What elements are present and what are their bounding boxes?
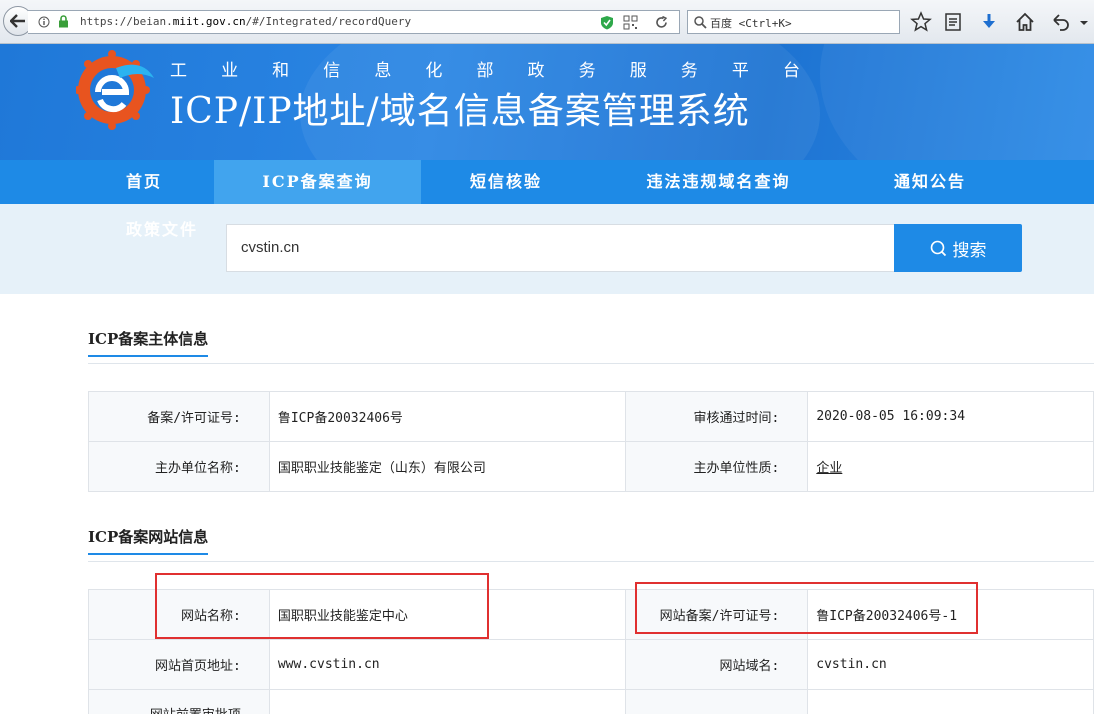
site-section-title: ICP备案网站信息 xyxy=(88,526,209,555)
info-icon[interactable] xyxy=(38,16,50,28)
table-row: 网站前置审批项 xyxy=(88,689,1094,714)
site-domain-value: cvstin.cn xyxy=(807,639,1094,690)
reading-list-icon[interactable] xyxy=(942,11,964,33)
highlight-box-site-license xyxy=(635,582,978,634)
header-decoration xyxy=(820,44,1094,160)
highlight-box-site-name xyxy=(155,573,489,639)
main-nav: 首页 ICP备案查询 短信核验 违法违规域名查询 通知公告 xyxy=(0,160,1094,204)
organizer-type-label: 主办单位性质: xyxy=(625,441,809,492)
nav-item-notices[interactable]: 通知公告 xyxy=(846,160,1014,204)
address-bar[interactable]: https://beian.miit.gov.cn/#/Integrated/r… xyxy=(28,10,680,34)
empty-cell xyxy=(807,689,1094,714)
organizer-name-label: 主办单位名称: xyxy=(88,441,270,492)
browser-toolbar: https://beian.miit.gov.cn/#/Integrated/r… xyxy=(0,0,1094,44)
nav-item-policy[interactable]: 政策文件 xyxy=(126,216,198,240)
record-number-label: 备案/许可证号: xyxy=(88,391,270,442)
table-row: 备案/许可证号: 鲁ICP备20032406号 审核通过时间: 2020-08-… xyxy=(88,391,1094,442)
search-panel: 政策文件 cvstin.cn 搜索 xyxy=(0,204,1094,294)
url-text[interactable]: https://beian.miit.gov.cn/#/Integrated/r… xyxy=(80,15,411,28)
organizer-name-value: 国职职业技能鉴定（山东）有限公司 xyxy=(268,441,627,492)
undo-icon[interactable] xyxy=(1050,11,1072,33)
browser-search-input[interactable]: 百度 <Ctrl+K> xyxy=(687,10,900,34)
approval-time-value: 2020-08-05 16:09:34 xyxy=(807,391,1094,442)
miit-logo-icon[interactable] xyxy=(76,48,158,130)
qr-code-icon[interactable] xyxy=(623,15,638,30)
pre-approval-value xyxy=(268,689,627,714)
header-subtitle: 工 业 和 信 息 化 部 政 务 服 务 平 台 xyxy=(170,61,800,81)
empty-cell xyxy=(625,689,809,714)
download-icon[interactable] xyxy=(978,11,1000,33)
section-divider xyxy=(88,561,1094,562)
site-header: 工 业 和 信 息 化 部 政 务 服 务 平 台 ICP/IP地址/域名信息备… xyxy=(0,44,1094,160)
search-icon xyxy=(930,240,946,256)
approval-time-label: 审核通过时间: xyxy=(625,391,809,442)
subject-info-table: 备案/许可证号: 鲁ICP备20032406号 审核通过时间: 2020-08-… xyxy=(88,391,1094,492)
nav-item-illegal-domain[interactable]: 违法违规域名查询 xyxy=(591,160,846,204)
reload-icon[interactable] xyxy=(655,16,668,29)
table-row: 网站首页地址: www.cvstin.cn 网站域名: cvstin.cn xyxy=(88,639,1094,690)
site-domain-label: 网站域名: xyxy=(625,639,809,690)
search-button-label: 搜索 xyxy=(952,240,987,261)
nav-item-sms-verify[interactable]: 短信核验 xyxy=(421,160,591,204)
record-number-value: 鲁ICP备20032406号 xyxy=(268,391,627,442)
search-button[interactable]: 搜索 xyxy=(894,224,1022,272)
query-input[interactable]: cvstin.cn xyxy=(226,224,894,272)
homepage-url-link[interactable]: www.cvstin.cn xyxy=(268,639,627,690)
nav-item-home[interactable]: 首页 xyxy=(74,160,214,204)
section-divider xyxy=(88,363,1094,364)
nav-item-icp-query[interactable]: ICP备案查询 xyxy=(214,160,421,204)
back-arrow-icon xyxy=(10,14,25,28)
shield-icon[interactable] xyxy=(600,15,614,30)
home-icon[interactable] xyxy=(1014,11,1036,33)
subject-section-title: ICP备案主体信息 xyxy=(88,328,209,357)
search-icon xyxy=(694,16,707,29)
lock-icon xyxy=(59,15,68,28)
homepage-url-label: 网站首页地址: xyxy=(88,639,270,690)
organizer-type-value: 企业 xyxy=(807,441,1094,492)
bookmark-star-icon[interactable] xyxy=(910,11,932,33)
browser-search-placeholder: 百度 <Ctrl+K> xyxy=(710,17,792,30)
table-row: 主办单位名称: 国职职业技能鉴定（山东）有限公司 主办单位性质: 企业 xyxy=(88,441,1094,492)
pre-approval-label: 网站前置审批项 xyxy=(88,689,270,714)
page-title: ICP/IP地址/域名信息备案管理系统 xyxy=(170,91,750,132)
menu-dropdown-icon[interactable] xyxy=(1078,11,1090,33)
